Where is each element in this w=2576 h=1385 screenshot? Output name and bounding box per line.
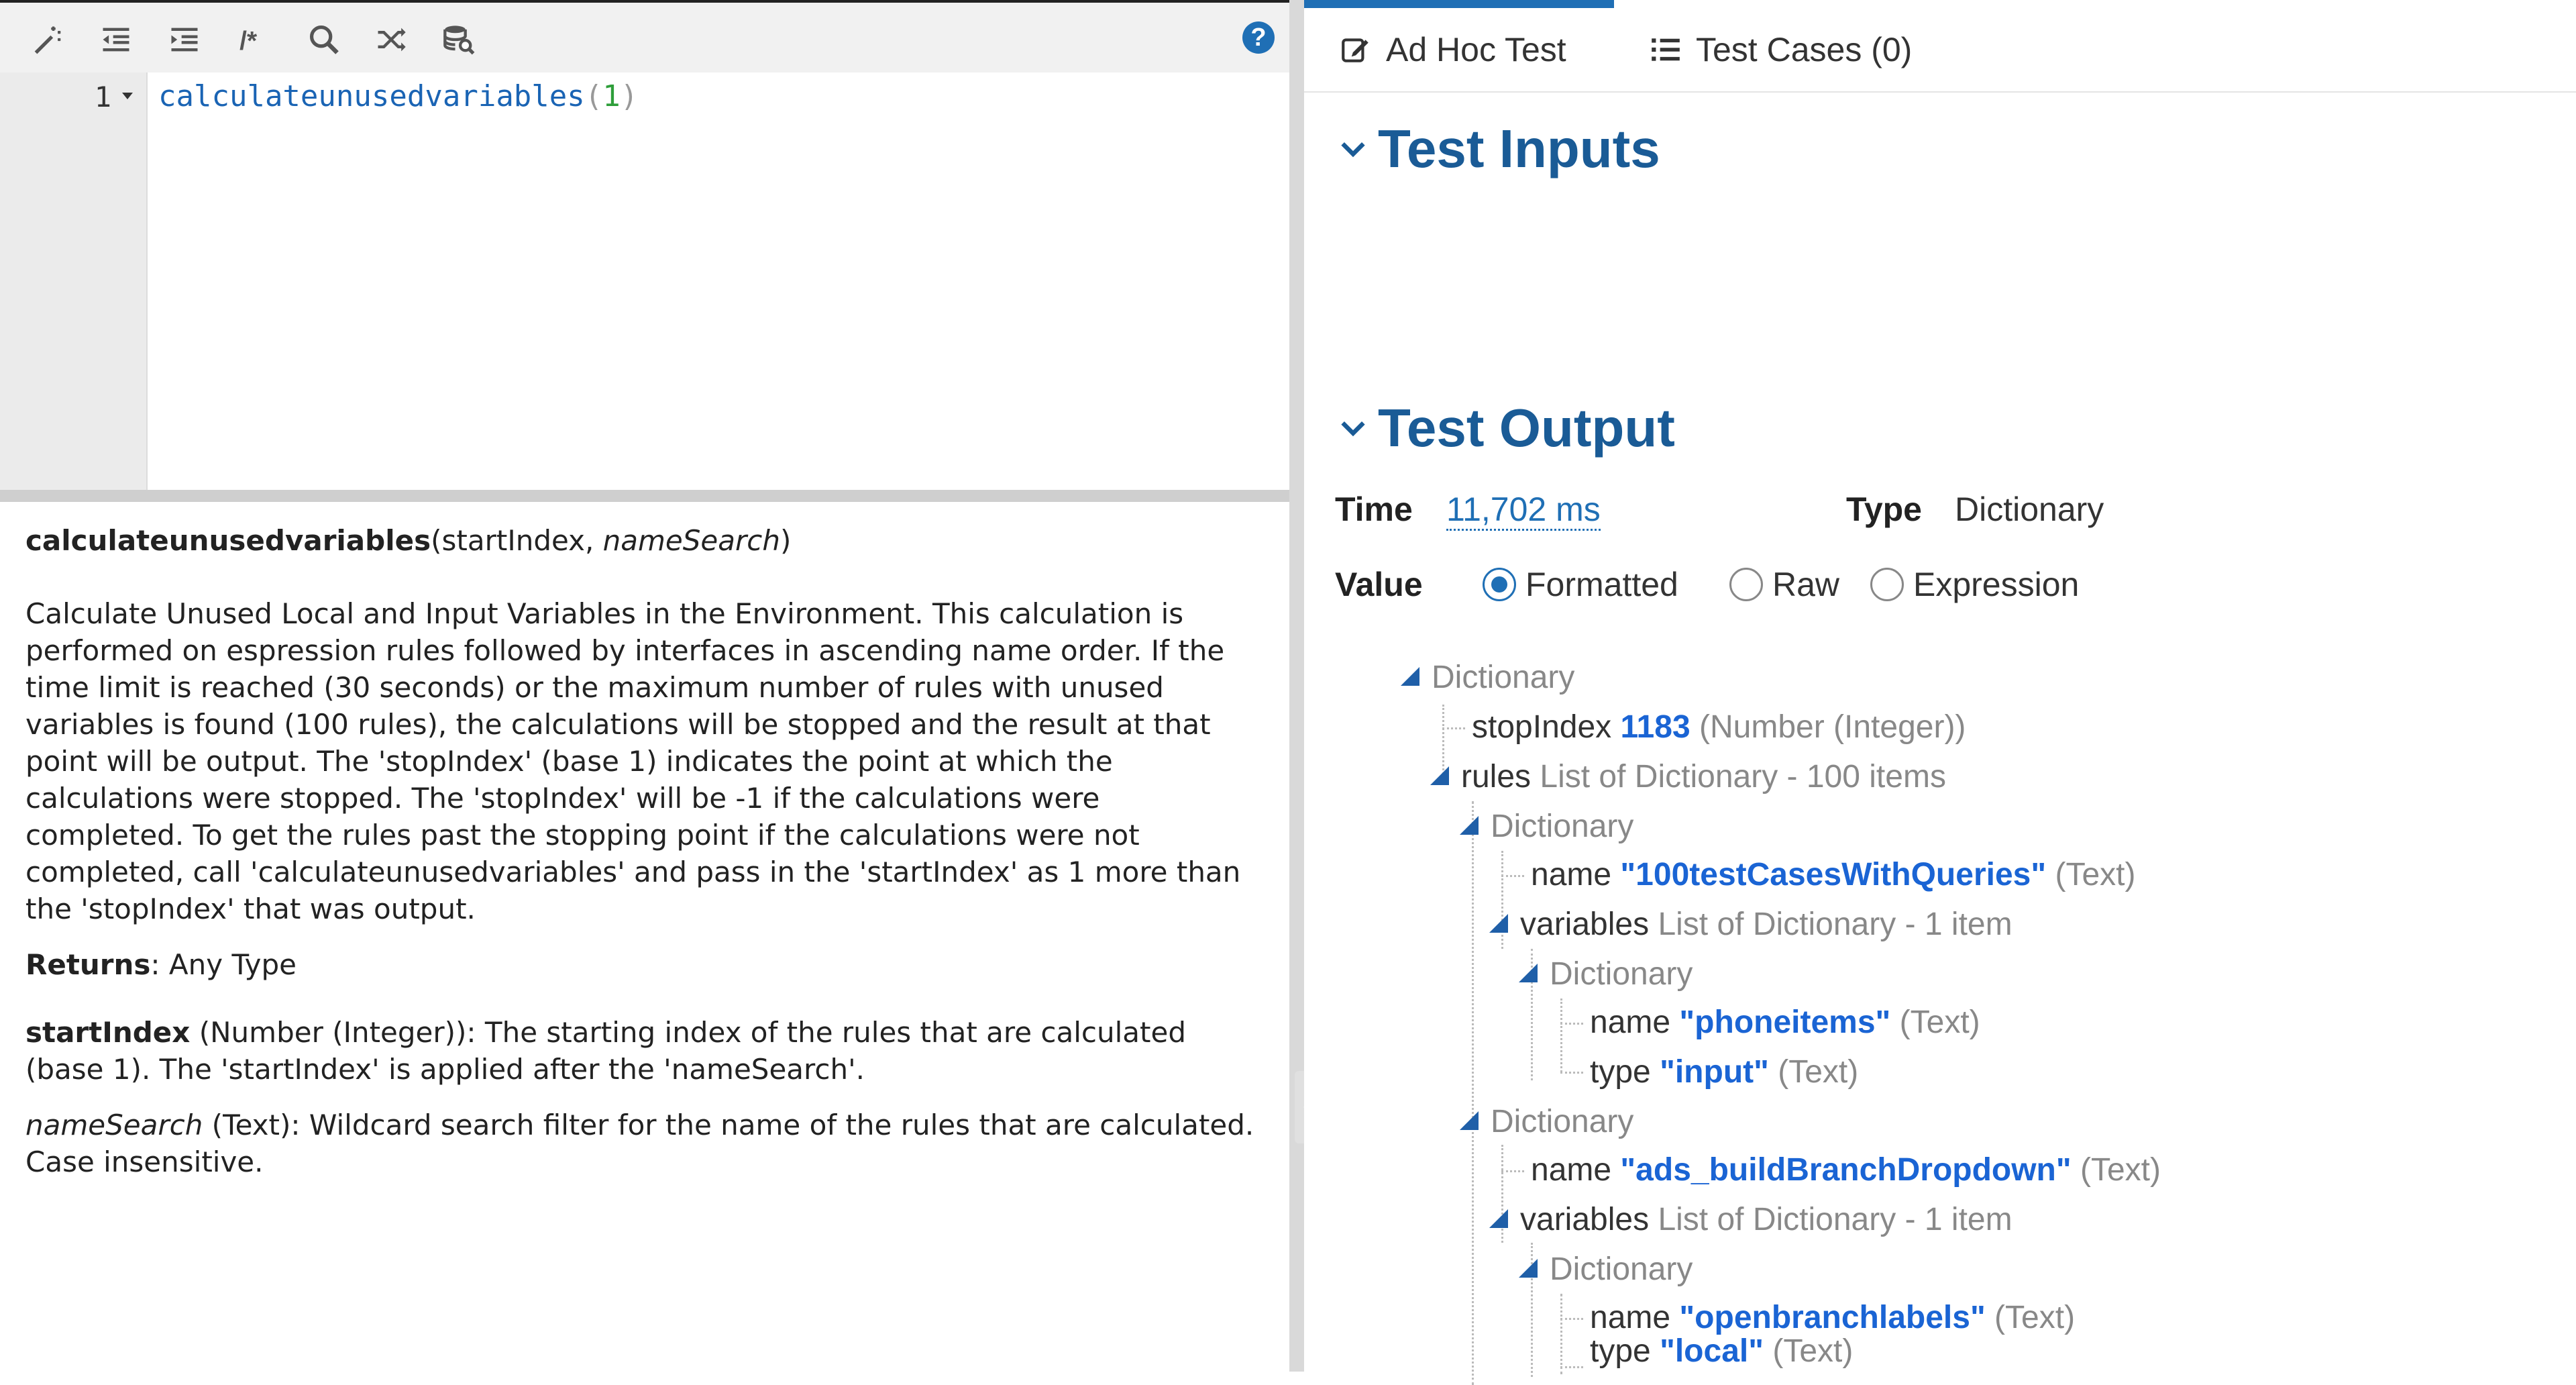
param-namesearch-desc: (Text): Wildcard search filter for the n… — [25, 1109, 1254, 1178]
tab-test-cases[interactable]: Test Cases (0) — [1614, 0, 1963, 91]
radio-expression-label: Expression — [1913, 566, 2080, 603]
tree-node-type: type "local" (Text) — [1590, 1333, 1854, 1369]
expand-triangle-icon[interactable] — [1489, 1209, 1508, 1229]
database-search-icon[interactable] — [437, 17, 482, 62]
radio-expression-dot[interactable] — [1870, 568, 1904, 601]
chevron-down-icon — [1341, 421, 1365, 437]
signature-close: ) — [780, 524, 792, 557]
expand-triangle-icon[interactable] — [1519, 964, 1538, 983]
tree-node-name: name "phoneitems" (Text) — [1590, 1005, 1980, 1040]
tree-guide — [1472, 801, 1474, 1385]
vertical-splitter[interactable] — [1289, 0, 1304, 1372]
signature-param2: nameSearch — [602, 524, 780, 557]
test-output-title: Test Output — [1378, 398, 1675, 458]
expand-triangle-icon[interactable] — [1430, 766, 1449, 786]
param-startindex-desc: (Number (Integer)): The starting index o… — [25, 1016, 1187, 1086]
code-function-name: calculateunusedvariables — [158, 79, 585, 113]
tree-node-type: type "input" (Text) — [1590, 1054, 1859, 1090]
param-namesearch-name: nameSearch — [25, 1109, 203, 1141]
editor-toolbar: /* ? — [0, 0, 1289, 72]
tab-test-cases-label: Test Cases (0) — [1696, 31, 1913, 68]
expand-triangle-icon[interactable] — [1401, 667, 1419, 686]
tree-node-stopindex: stopIndex 1183 (Number (Integer)) — [1472, 709, 1966, 745]
radio-raw-dot[interactable] — [1729, 568, 1763, 601]
test-inputs-title: Test Inputs — [1378, 119, 1660, 178]
comment-icon[interactable]: /* — [233, 17, 278, 62]
signature-function-name: calculateunusedvariables — [25, 524, 431, 557]
radio-formatted-dot[interactable] — [1483, 568, 1516, 601]
param-startindex-name: startIndex — [25, 1016, 191, 1049]
expand-triangle-icon[interactable] — [1489, 914, 1508, 933]
svg-text:/*: /* — [239, 27, 258, 56]
function-description: Calculate Unused Local and Input Variabl… — [25, 597, 1241, 925]
value-label: Value — [1335, 566, 1423, 603]
tree-node-root[interactable]: Dictionary — [1401, 658, 1574, 698]
radio-raw[interactable]: Raw — [1729, 565, 1839, 604]
tree-node-name: name "ads_buildBranchDropdown" (Text) — [1531, 1152, 2161, 1188]
param-startindex: startIndex (Number (Integer)): The start… — [25, 1014, 1260, 1088]
radio-raw-label: Raw — [1772, 566, 1840, 603]
test-tabs: Ad Hoc Test Test Cases (0) — [1304, 0, 2576, 93]
fold-arrow-icon[interactable] — [122, 93, 133, 99]
horizontal-splitter[interactable] — [0, 490, 1289, 502]
search-icon[interactable] — [302, 17, 346, 62]
tree-guide — [1560, 1366, 1583, 1368]
test-pane: Ad Hoc Test Test Cases (0) Test Inputs T… — [1304, 0, 2576, 1385]
editor-gutter: 1 — [0, 72, 148, 490]
line-number: 1 — [94, 81, 111, 113]
radio-formatted[interactable]: Formatted — [1483, 565, 1678, 604]
tree-node-dictionary[interactable]: Dictionary — [1519, 954, 1693, 994]
tree-node-dictionary[interactable]: Dictionary — [1519, 1249, 1693, 1290]
tree-node-variables[interactable]: variables List of Dictionary - 1 item — [1489, 1200, 2012, 1240]
indent-icon[interactable] — [162, 17, 207, 62]
radio-formatted-label: Formatted — [1525, 566, 1678, 603]
tree-guide — [1560, 1294, 1562, 1374]
returns-label: Returns — [25, 948, 151, 981]
tree-guide — [1560, 1023, 1583, 1025]
outdent-icon[interactable] — [94, 17, 138, 62]
test-inputs-header[interactable]: Test Inputs — [1338, 118, 1660, 180]
time-value[interactable]: 11,702 ms — [1446, 490, 1601, 531]
tree-guide — [1501, 875, 1524, 877]
function-documentation: calculateunusedvariables(startIndex, nam… — [25, 522, 1260, 1199]
chevron-down-icon — [1341, 142, 1365, 158]
signature-param1: (startIndex, — [431, 524, 603, 557]
code-close-paren: ) — [620, 79, 639, 113]
tree-node-dictionary[interactable]: Dictionary — [1460, 807, 1633, 847]
type-label: Type — [1846, 491, 1922, 528]
magic-wand-icon[interactable] — [27, 17, 71, 62]
tab-ad-hoc-test[interactable]: Ad Hoc Test — [1304, 0, 1614, 91]
tree-node-variables[interactable]: variables List of Dictionary - 1 item — [1489, 905, 2012, 945]
time-label: Time — [1335, 491, 1413, 528]
shuffle-icon[interactable] — [369, 17, 413, 62]
expand-triangle-icon[interactable] — [1460, 1111, 1479, 1131]
code-line[interactable]: calculateunusedvariables(1) — [158, 79, 638, 113]
tree-guide — [1560, 1072, 1583, 1074]
code-open-paren: ( — [584, 79, 603, 113]
expression-editor-pane: /* ? 1 calculateunusedvariables(1) calcu… — [0, 0, 1289, 1372]
tree-guide — [1560, 1318, 1583, 1320]
tree-node-rules[interactable]: rules List of Dictionary - 100 items — [1430, 757, 1946, 797]
function-returns: Returns: Any Type — [25, 946, 1260, 983]
tab-ad-hoc-test-label: Ad Hoc Test — [1386, 31, 1566, 68]
edit-icon — [1342, 38, 1368, 62]
code-editor[interactable]: 1 calculateunusedvariables(1) — [0, 72, 1289, 490]
tree-node-dictionary[interactable]: Dictionary — [1460, 1102, 1633, 1142]
tree-guide — [1442, 727, 1465, 729]
help-icon[interactable]: ? — [1242, 21, 1275, 54]
test-output-header[interactable]: Test Output — [1338, 397, 1675, 459]
list-icon — [1652, 38, 1680, 61]
code-argument: 1 — [602, 79, 621, 113]
type-value: Dictionary — [1955, 491, 2104, 528]
expand-triangle-icon[interactable] — [1460, 816, 1479, 835]
tree-guide — [1501, 1170, 1524, 1172]
function-signature: calculateunusedvariables(startIndex, nam… — [25, 522, 1260, 559]
tree-guide — [1560, 998, 1562, 1072]
expand-triangle-icon[interactable] — [1519, 1259, 1538, 1278]
tree-node-name: name "100testCasesWithQueries" (Text) — [1531, 857, 2136, 892]
radio-expression[interactable]: Expression — [1870, 565, 2079, 604]
param-namesearch: nameSearch (Text): Wildcard search filte… — [25, 1107, 1260, 1180]
returns-value: : Any Type — [150, 948, 297, 981]
